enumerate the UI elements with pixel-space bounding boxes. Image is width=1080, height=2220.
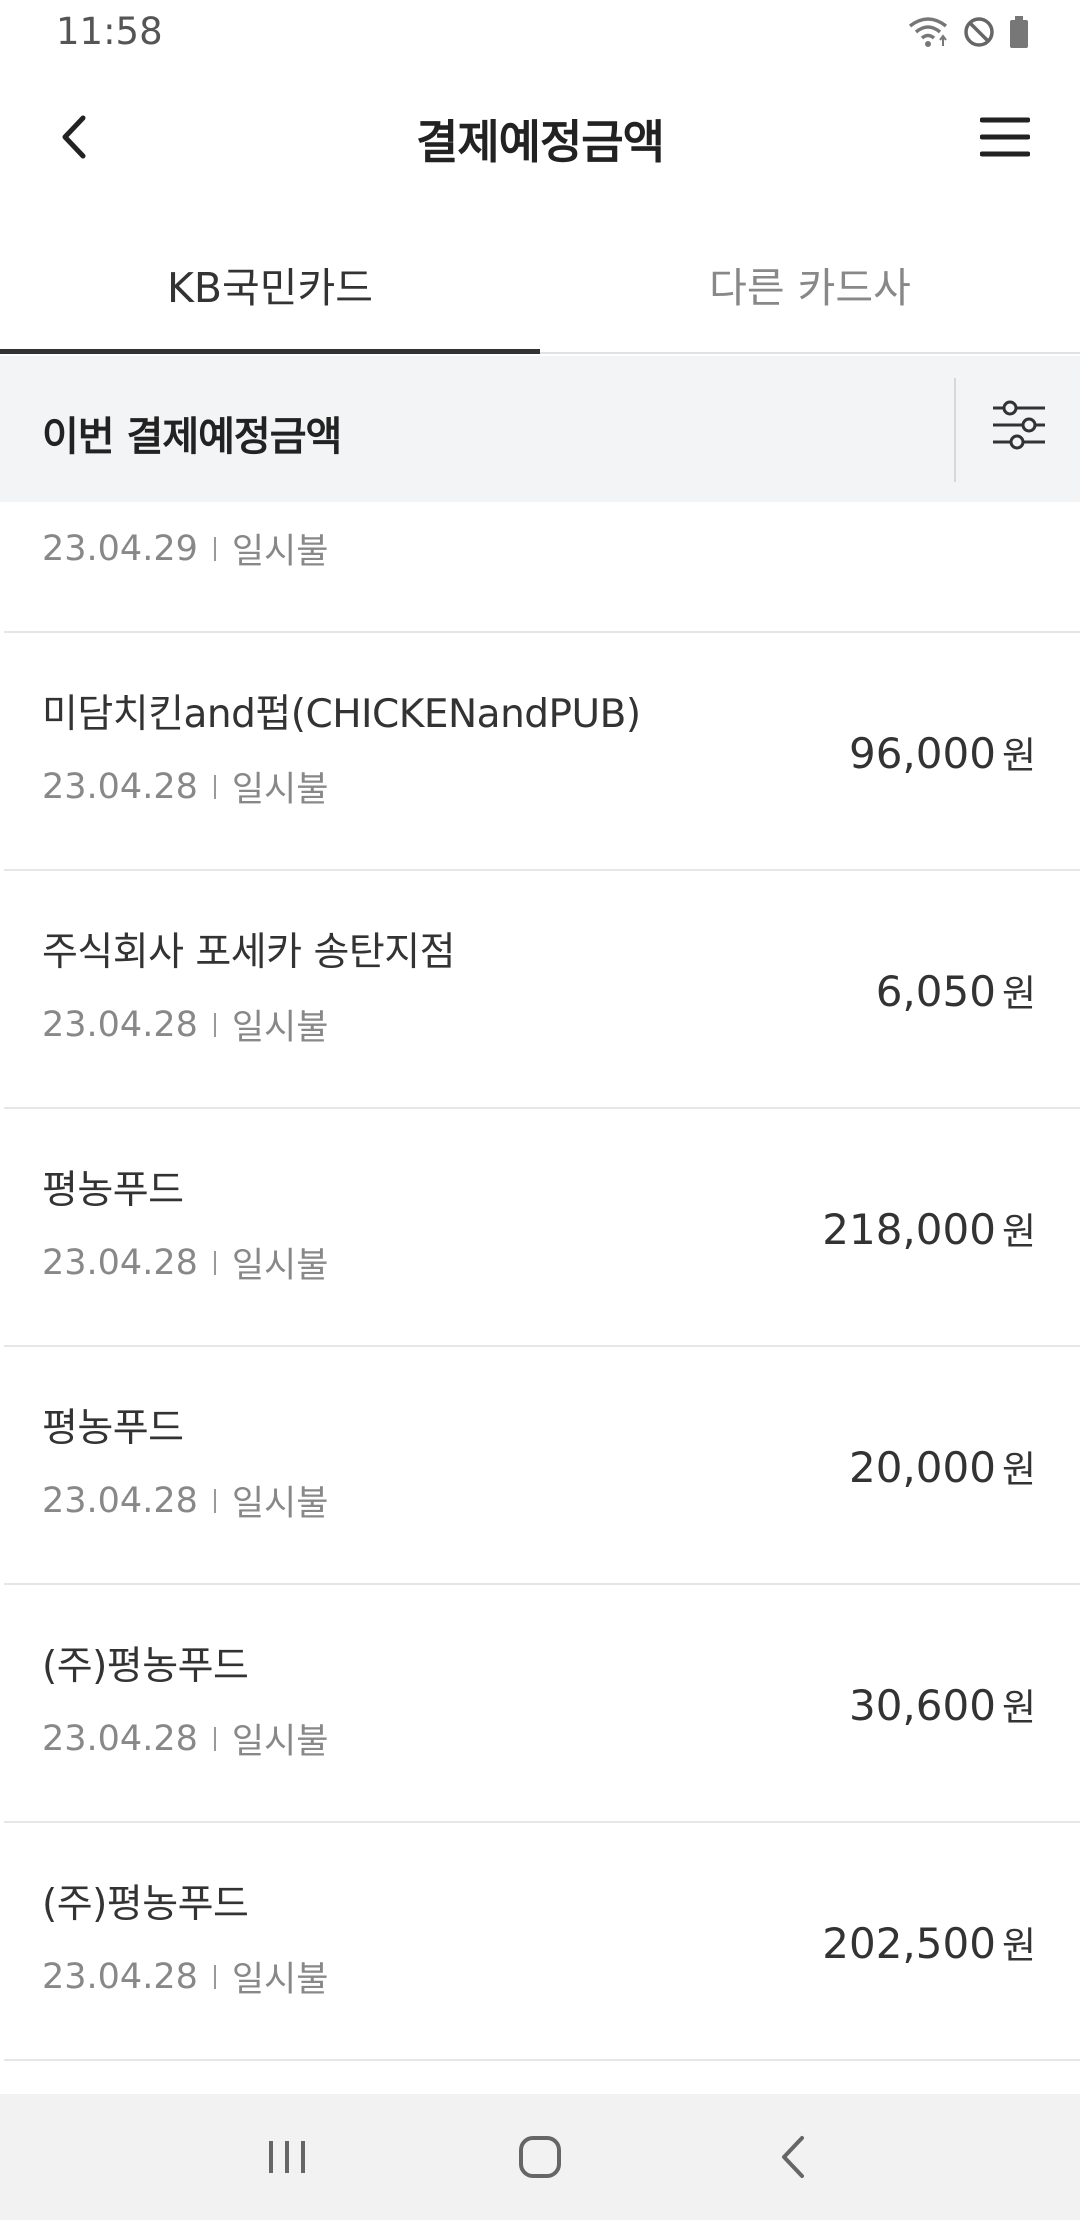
list-item[interactable]: (주)평농푸드 23.04.28 일시불 30,600 원 <box>4 1585 1080 1823</box>
battery-icon <box>1008 15 1030 53</box>
transaction-date: 23.04.28 <box>42 1480 198 1521</box>
transaction-amount: 202,500 원 <box>822 1915 1036 1969</box>
transaction-date: 23.04.28 <box>42 1956 198 1997</box>
payment-type: 일시불 <box>231 1960 329 2000</box>
merchant-name: (주)평농푸드 <box>42 1882 249 1927</box>
amount-unit: 원 <box>1001 1686 1036 1729</box>
amount-value: 20,000 <box>848 1443 996 1492</box>
section-header: 이번 결제예정금액 <box>0 356 1080 502</box>
nav-back-icon <box>782 2136 805 2178</box>
list-item[interactable]: (주)평농푸드 23.04.28 일시불 202,500 원 <box>4 1823 1080 2061</box>
transaction-amount: 218,000 원 <box>822 1201 1036 1255</box>
home-icon <box>518 2136 561 2178</box>
home-button[interactable] <box>495 2112 585 2202</box>
amount-unit: 원 <box>1001 1448 1036 1491</box>
system-nav-bar <box>0 2094 1080 2220</box>
meta-separator <box>213 774 216 799</box>
amount-value: 30,600 <box>848 1681 996 1730</box>
tab-kb-card[interactable]: KB국민카드 <box>0 208 540 354</box>
transaction-meta: 23.04.29 일시불 <box>42 523 328 574</box>
transaction-meta: 23.04.28 일시불 <box>42 999 328 1050</box>
payment-type: 일시불 <box>231 1008 329 1048</box>
amount-unit: 원 <box>1001 734 1036 777</box>
amount-value: 96,000 <box>848 729 996 778</box>
menu-button[interactable] <box>970 102 1040 172</box>
list-item[interactable]: 평농푸드 23.04.28 일시불 20,000 원 <box>4 1347 1080 1585</box>
filter-sliders-icon <box>993 400 1045 450</box>
merchant-name: 미담치킨and펍(CHICKENandPUB) <box>42 692 641 737</box>
tab-other-card[interactable]: 다른 카드사 <box>540 208 1080 352</box>
nav-back-button[interactable] <box>748 2112 838 2202</box>
amount-value: 6,050 <box>875 967 996 1016</box>
payment-type: 일시불 <box>231 1484 329 1524</box>
transaction-date: 23.04.28 <box>42 1718 198 1759</box>
transaction-meta: 23.04.28 일시불 <box>42 1475 328 1526</box>
meta-separator <box>213 1488 216 1513</box>
payment-type: 일시불 <box>231 532 329 572</box>
section-title: 이번 결제예정금액 <box>42 414 342 460</box>
merchant-name: 평농푸드 <box>42 1406 184 1451</box>
transaction-list[interactable]: 23.04.29 일시불 , 미담치킨and펍(CHICKENandPUB) 2… <box>0 502 1080 2094</box>
list-item[interactable]: 평농푸드 23.04.28 일시불 218,000 원 <box>4 1109 1080 1347</box>
transaction-meta: 23.04.28 일시불 <box>42 1237 328 1288</box>
transaction-meta: 23.04.28 일시불 <box>42 1951 328 2002</box>
transaction-amount: 30,600 원 <box>849 1677 1036 1731</box>
section-divider <box>954 378 956 482</box>
status-time: 11:58 <box>56 10 163 53</box>
list-item[interactable]: 23.04.29 일시불 , <box>4 502 1080 633</box>
transaction-amount: 20,000 원 <box>849 1439 1036 1493</box>
hamburger-menu-icon <box>980 117 1030 157</box>
filter-button[interactable] <box>990 396 1048 454</box>
wifi-icon <box>906 14 950 54</box>
transaction-date: 23.04.28 <box>42 1242 198 1283</box>
page-title: 결제예정금액 <box>416 115 665 169</box>
transaction-meta: 23.04.28 일시불 <box>42 1713 328 1764</box>
meta-separator <box>213 536 216 561</box>
do-not-disturb-icon <box>962 15 996 53</box>
app-header: 결제예정금액 <box>0 70 1080 208</box>
merchant-name: 평농푸드 <box>42 1168 184 1213</box>
status-bar: 11:58 <box>0 0 1080 70</box>
payment-type: 일시불 <box>231 770 329 810</box>
transaction-date: 23.04.28 <box>42 1004 198 1045</box>
transaction-amount: 96,000 원 <box>849 725 1036 779</box>
amount-unit: 원 <box>1001 972 1036 1015</box>
recent-apps-button[interactable] <box>242 2112 332 2202</box>
amount-unit: 원 <box>1001 1924 1036 1967</box>
payment-type: 일시불 <box>231 1246 329 1286</box>
list-item[interactable]: 미담치킨and펍(CHICKENandPUB) 23.04.28 일시불 96,… <box>4 633 1080 871</box>
transaction-date: 23.04.29 <box>42 528 198 569</box>
meta-separator <box>213 1250 216 1275</box>
transaction-date: 23.04.28 <box>42 766 198 807</box>
meta-separator <box>213 1964 216 1989</box>
amount-value: 218,000 <box>822 1205 996 1254</box>
recent-apps-icon <box>268 2141 305 2173</box>
status-icons <box>906 14 1030 54</box>
merchant-name: 주식회사 포세카 송탄지점 <box>42 930 455 975</box>
list-item[interactable]: 주식회사 포세카 송탄지점 23.04.28 일시불 6,050 원 <box>4 871 1080 1109</box>
card-tabs: KB국민카드 다른 카드사 <box>0 208 1080 354</box>
meta-separator <box>213 1012 216 1037</box>
amount-value: 202,500 <box>822 1919 996 1968</box>
amount-unit: 원 <box>1001 1210 1036 1253</box>
transaction-meta: 23.04.28 일시불 <box>42 761 328 812</box>
transaction-amount: 6,050 원 <box>876 963 1036 1017</box>
merchant-name: (주)평농푸드 <box>42 1644 249 1689</box>
meta-separator <box>213 1726 216 1751</box>
list-item[interactable] <box>4 2061 1080 2094</box>
payment-type: 일시불 <box>231 1722 329 1762</box>
